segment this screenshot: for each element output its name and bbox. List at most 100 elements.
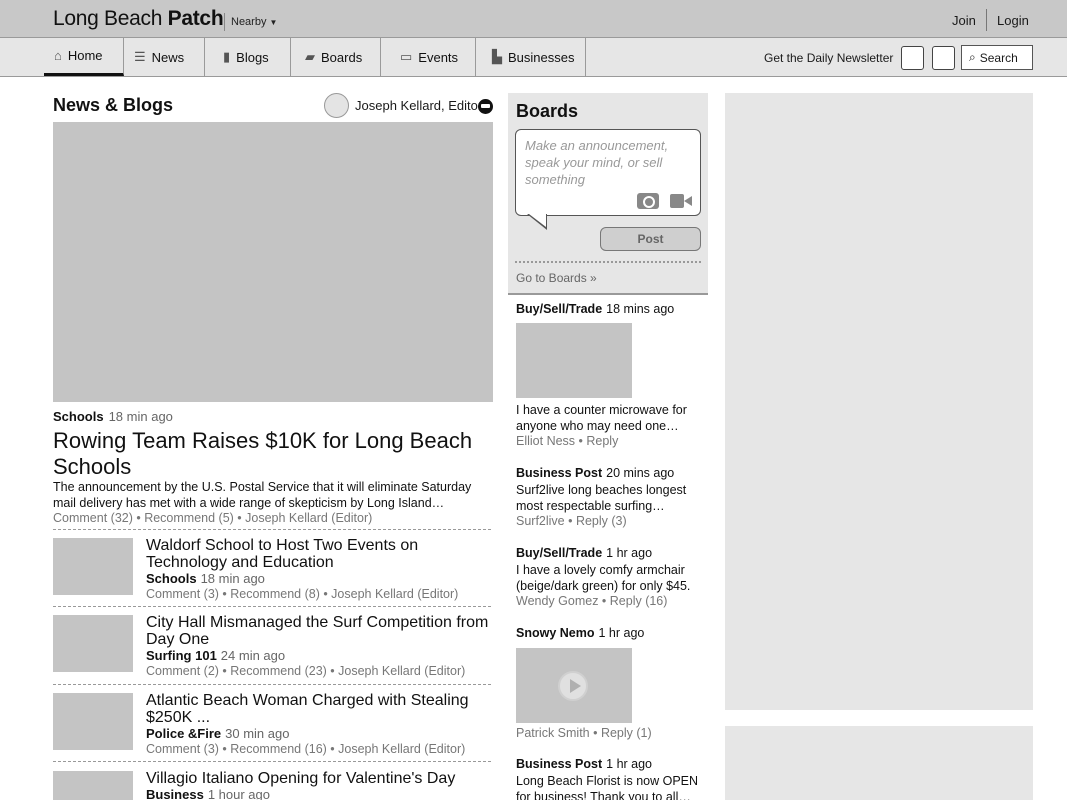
article-title[interactable]: City Hall Mismanaged the Surf Competitio… [146,614,491,648]
divider [224,13,225,31]
video-camera-icon[interactable] [670,194,692,208]
search-button[interactable]: ⌕ Search [961,45,1033,70]
board-post-header: Business Post 1 hr ago [516,757,652,771]
board-post-header: Buy/Sell/Trade 1 hr ago [516,546,652,560]
news-section-title: News & Blogs [53,95,174,115]
article-meta[interactable]: Comment (3) • Recommend (8) • Joseph Kel… [146,587,458,601]
article-category[interactable]: Business [146,787,204,800]
article-meta[interactable]: Comment (3) • Recommend (16) • Joseph Ke… [146,742,465,756]
article-meta[interactable]: Comment (2) • Recommend (23) • Joseph Ke… [146,664,465,678]
camera-icon[interactable] [637,193,659,209]
home-icon: ⌂ [54,48,62,63]
article-category[interactable]: Schools [146,571,197,586]
hero-meta[interactable]: Comment (32) • Recommend (5) • Joseph Ke… [53,511,372,525]
boards-title: Boards [516,101,579,121]
hero-title[interactable]: Rowing Team Raises $10K for Long Beach S… [53,428,493,480]
nearby-label: Nearby [231,16,267,28]
search-icon: ⌕ [969,50,976,64]
board-post-header: Snowy Nemo 1 hr ago [516,626,644,640]
board-post-type[interactable]: Buy/Sell/Trade [516,302,602,316]
nav-events[interactable]: ▭ Events [381,38,476,76]
nearby-dropdown[interactable]: Nearby ▼ [231,16,277,28]
board-post-text[interactable]: Long Beach Florist is now OPEN for busin… [516,773,706,800]
nav-businesses[interactable]: ▙ Businesses [476,38,586,76]
menu-icon: ☰ [134,49,146,64]
newsletter-link[interactable]: Get the Daily Newsletter [764,51,893,65]
board-post-meta[interactable]: Patrick Smith • Reply (1) [516,726,652,740]
article-title[interactable]: Villagio Italiano Opening for Valentine'… [146,770,491,787]
join-link[interactable]: Join [952,13,976,28]
chat-icon: ▰ [305,49,315,64]
brand-name-bold: Patch [167,7,224,30]
board-post-type[interactable]: Snowy Nemo [516,626,595,640]
play-icon[interactable] [558,671,588,701]
hero-image[interactable] [53,122,493,402]
social-button-1[interactable] [901,46,924,70]
nav-news[interactable]: ☰ News [124,38,205,76]
article-thumbnail[interactable] [53,615,133,672]
hero-time: 18 min ago [108,409,173,424]
board-post-text[interactable]: I have a counter microwave for anyone wh… [516,402,706,434]
calendar-icon: ▭ [400,49,413,64]
article-category[interactable]: Surfing 101 [146,648,217,663]
ad-slot[interactable] [725,726,1033,800]
site-logo[interactable]: Long Beach Patch [53,7,224,31]
article-title[interactable]: Waldorf School to Host Two Events on Tec… [146,537,491,571]
message-icon[interactable] [478,99,493,114]
speech-tail-inner [529,214,546,227]
book-icon: ▮ [223,49,231,64]
nav-label: Blogs [236,49,269,65]
article-category-line: Business 1 hour ago [146,787,270,800]
board-post-time: 1 hr ago [606,757,653,771]
hero-category[interactable]: Schools [53,409,104,424]
board-post-meta[interactable]: Surf2live • Reply (3) [516,514,627,528]
board-post-type[interactable]: Buy/Sell/Trade [516,546,602,560]
nav-label: Businesses [508,49,575,65]
announcement-placeholder: Make an announcement, speak your mind, o… [525,138,669,187]
hero-category-line: Schools 18 min ago [53,409,173,424]
divider [53,606,491,607]
board-post-header: Business Post 20 mins ago [516,466,674,480]
board-post-type[interactable]: Business Post [516,757,602,771]
login-link[interactable]: Login [997,13,1029,28]
nav-bar: ⌂ Home ☰ News ▮ Blogs ▰ Boards ▭ Events ▙ Busi… [0,38,1067,77]
nav-label: Home [67,48,103,63]
editor-name[interactable]: Joseph Kellard, Editor [355,98,482,113]
avatar[interactable] [324,93,349,118]
board-post-text[interactable]: Surf2live long beaches longest most resp… [516,482,706,514]
board-post-time: 18 mins ago [606,302,675,316]
article-time: 30 min ago [225,726,290,741]
divider [53,529,491,530]
social-button-2[interactable] [932,46,955,70]
nav-boards[interactable]: ▰ Boards [291,38,381,76]
nav-label: Events [418,49,459,65]
post-button[interactable]: Post [600,227,701,251]
divider [53,761,491,762]
nav-blogs[interactable]: ▮ Blogs [205,38,291,76]
hero-summary: The announcement by the U.S. Postal Serv… [53,480,472,510]
article-category-line: Schools 18 min ago [146,571,265,586]
article-time: 24 min ago [220,648,286,663]
article-category[interactable]: Police &Fire [146,726,221,741]
article-time: 18 min ago [200,571,265,586]
board-post-meta[interactable]: Wendy Gomez • Reply (16) [516,594,667,608]
article-thumbnail[interactable] [53,771,133,800]
board-post-image[interactable] [516,323,632,398]
board-post-text[interactable]: I have a lovely comfy armchair (beige/da… [516,562,706,594]
ad-slot[interactable] [725,93,1033,710]
caret-down-icon: ▼ [269,18,278,27]
article-thumbnail[interactable] [53,693,133,750]
board-post-type[interactable]: Business Post [516,466,602,480]
article-category-line: Surfing 101 24 min ago [146,648,285,663]
board-post-meta[interactable]: Elliot Ness • Reply [516,434,618,448]
go-to-boards-link[interactable]: Go to Boards » [516,271,597,285]
store-icon: ▙ [492,49,502,64]
article-thumbnail[interactable] [53,538,133,595]
board-post-time: 20 mins ago [606,466,675,480]
brand-name: Long Beach [53,7,163,30]
divider [53,684,491,685]
article-title[interactable]: Atlantic Beach Woman Charged with Steali… [146,692,491,726]
board-post-time: 1 hr ago [598,626,645,640]
nav-home[interactable]: ⌂ Home [44,38,124,76]
board-post-header: Buy/Sell/Trade 18 mins ago [516,302,674,316]
